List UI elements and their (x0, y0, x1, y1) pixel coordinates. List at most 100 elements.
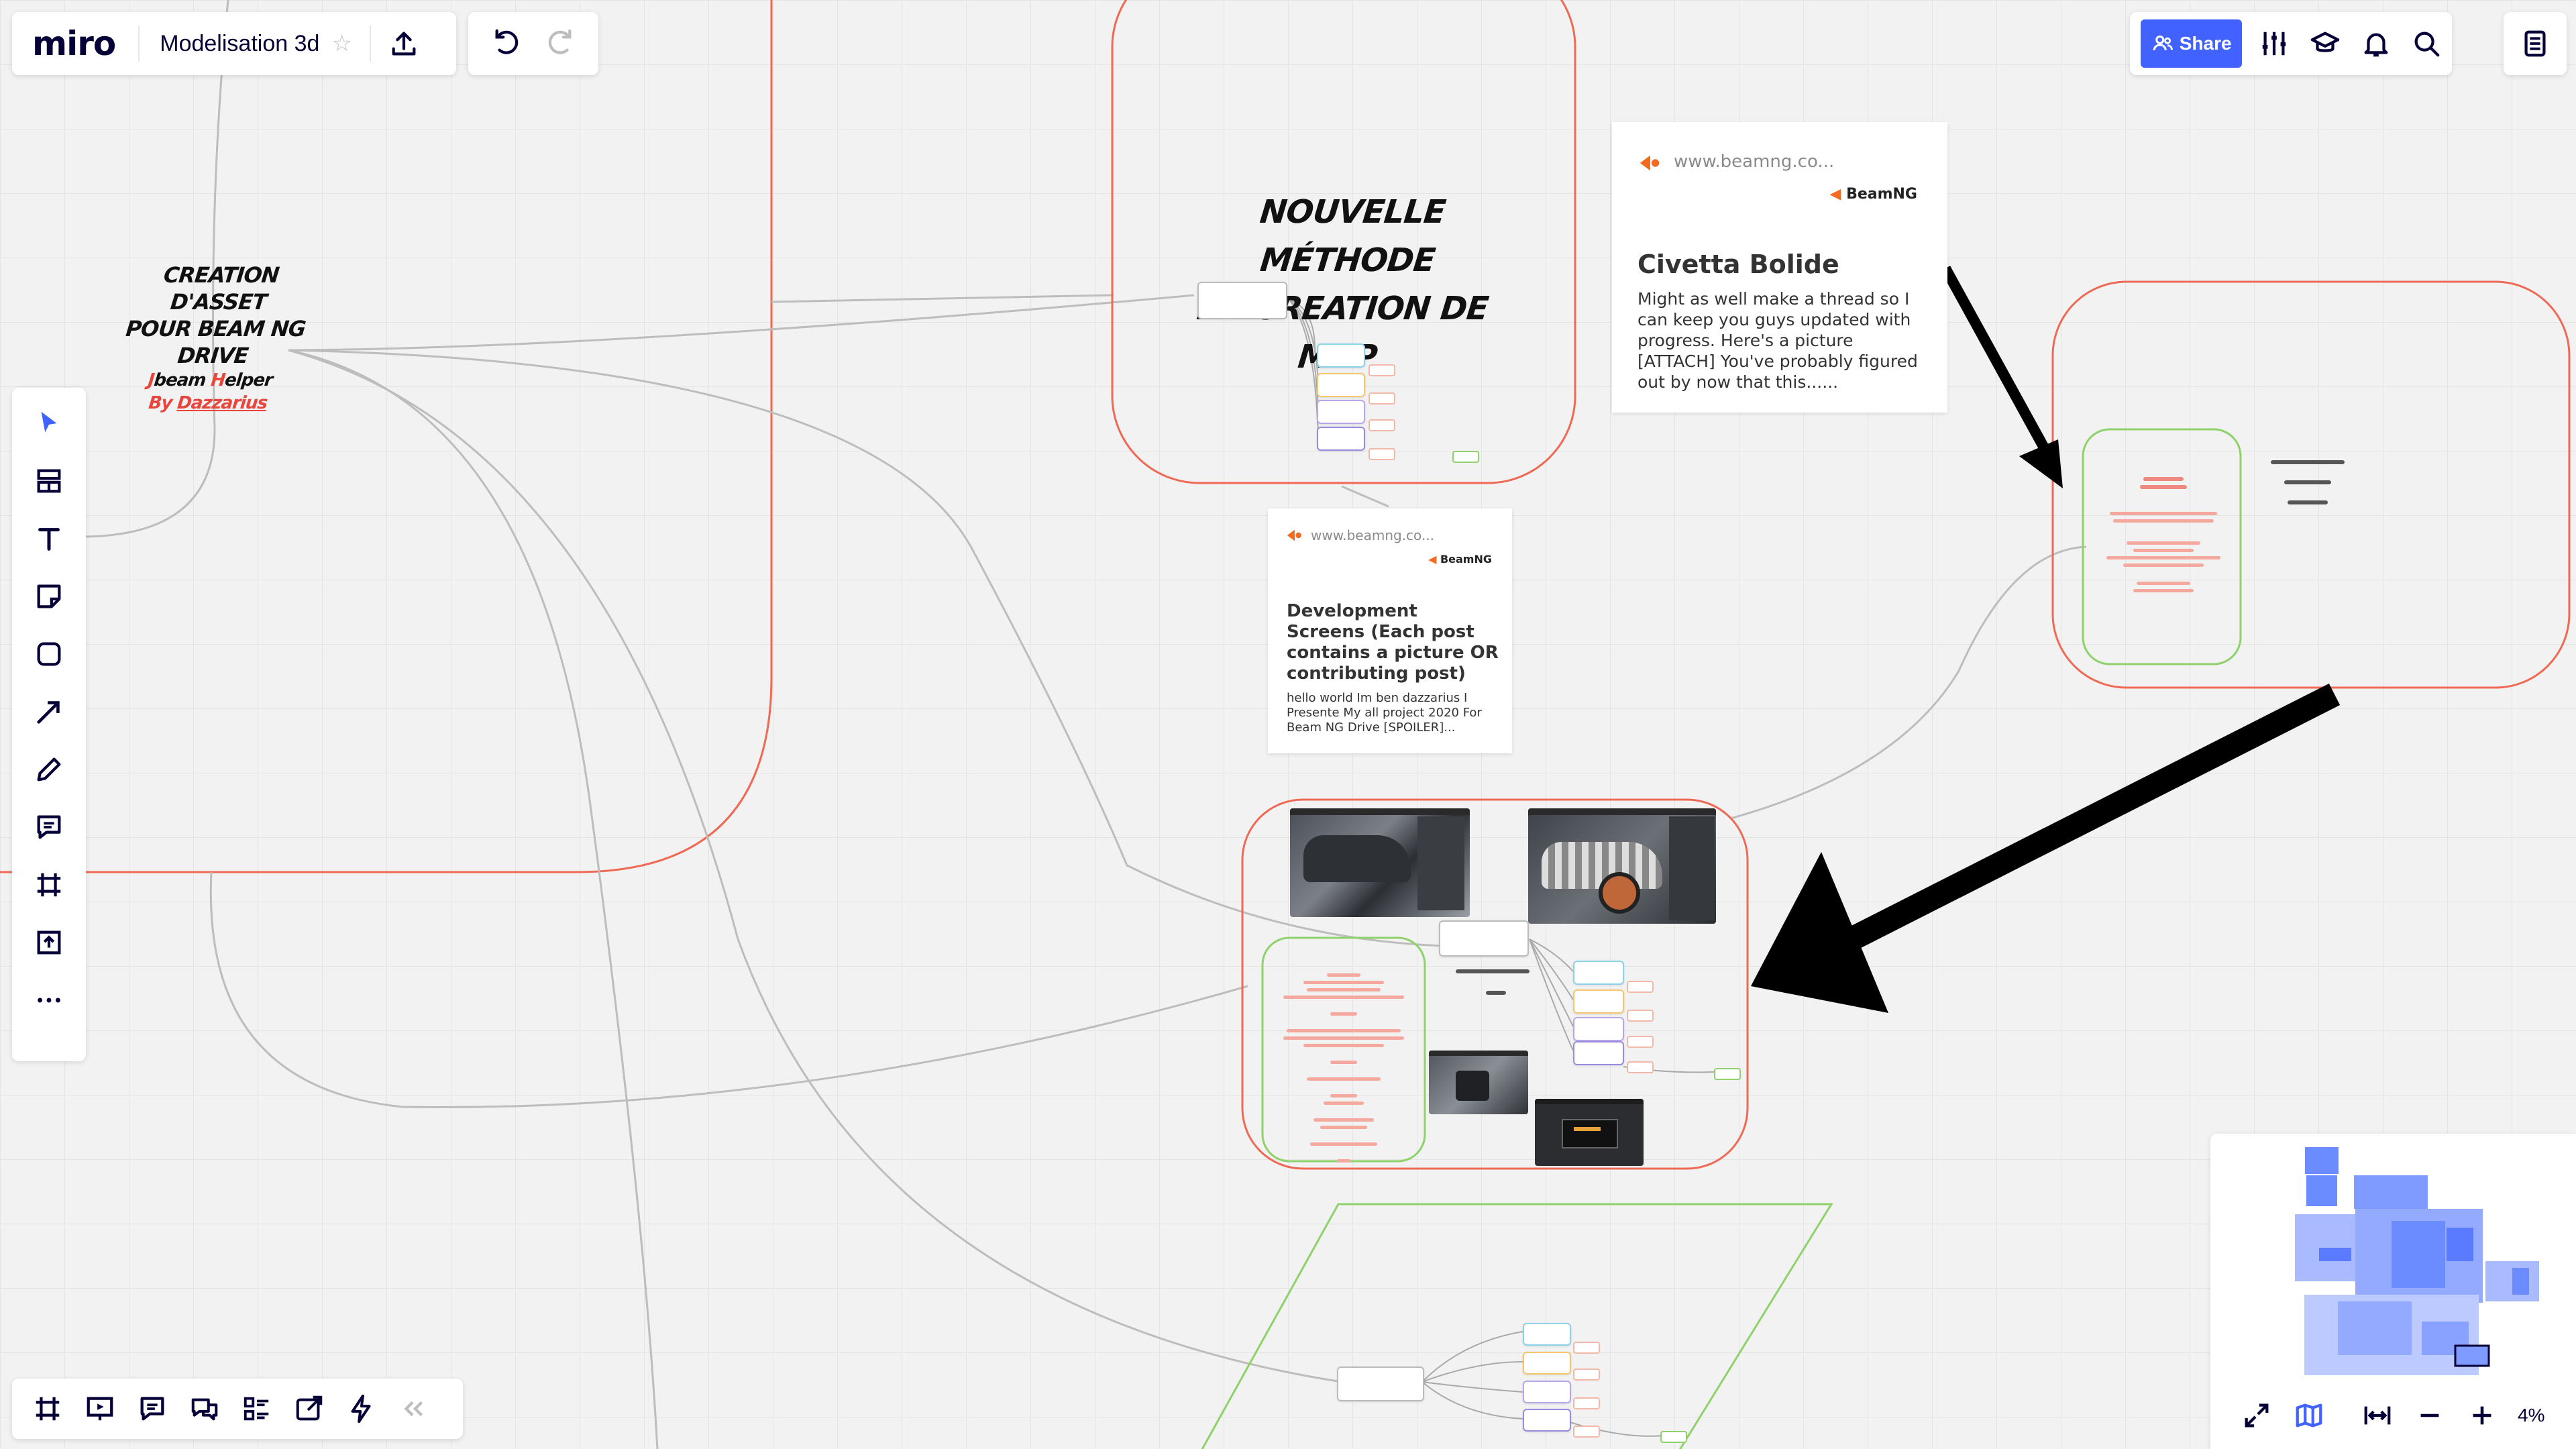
asset-subtitle-beam: beam (152, 370, 213, 390)
mind-map-node[interactable] (1523, 1352, 1571, 1375)
text-tool-button[interactable] (23, 513, 75, 565)
link-card-development[interactable]: www.beamng.co... ◀ BeamNG Development Sc… (1268, 508, 1512, 753)
board-title[interactable]: Modelisation 3d (160, 31, 319, 57)
board-header: miro Modelisation 3d ☆ (12, 12, 456, 75)
mind-map-node[interactable] (1573, 1017, 1624, 1041)
mind-map-node[interactable] (1523, 1409, 1571, 1432)
cursor-icon (41, 411, 57, 433)
card-brand-label: BeamNG (1846, 186, 1917, 203)
templates-tool-button[interactable] (23, 455, 75, 507)
more-tools-button[interactable] (23, 974, 75, 1026)
collapse-toolbar-button[interactable] (388, 1383, 440, 1435)
select-tool-button[interactable] (23, 397, 75, 449)
screen-share-button[interactable] (283, 1383, 335, 1435)
mind-map-tag (1573, 1368, 1600, 1381)
asset-title[interactable]: CREATION D'ASSET POUR BEAM NG DRIVE Jbea… (99, 262, 330, 415)
card-brand-label: BeamNG (1440, 553, 1492, 566)
mind-map-node[interactable] (1317, 373, 1365, 397)
comment-icon (37, 815, 61, 839)
share-label: Share (2179, 33, 2232, 54)
redo-button[interactable] (533, 17, 586, 70)
right-frame-red-notes (2093, 473, 2234, 607)
learning-button[interactable] (2300, 17, 2351, 70)
collaboration-toolbar: Share (2130, 12, 2452, 75)
map-title-line1: NOUVELLE MÉTHODE (1258, 193, 1448, 279)
search-icon (2414, 32, 2440, 57)
miro-logo[interactable]: miro (32, 24, 116, 63)
board-canvas[interactable]: CREATION D'ASSET POUR BEAM NG DRIVE Jbea… (0, 0, 2576, 1449)
undo-button[interactable] (481, 17, 533, 70)
shape-tool-button[interactable] (23, 628, 75, 680)
sliders-icon (2262, 32, 2286, 56)
minimap-preview (2295, 1147, 2539, 1375)
minimap-toggle-button[interactable] (2283, 1389, 2335, 1442)
beamng-favicon-icon (1638, 150, 1663, 176)
zoom-level[interactable]: 4% (2518, 1405, 2544, 1426)
mind-map-root-node[interactable] (1337, 1366, 1424, 1401)
pen-tool-button[interactable] (23, 743, 75, 796)
presentation-button[interactable] (74, 1383, 126, 1435)
mind-map-root-node[interactable] (1439, 920, 1529, 957)
activity-button[interactable] (335, 1383, 388, 1435)
chevrons-left-icon (404, 1401, 423, 1417)
zoom-in-button[interactable] (2456, 1389, 2508, 1442)
card-title: Development Screens (Each post contains … (1287, 601, 1499, 684)
card-description: hello world Im ben dazzarius I Presente … (1287, 691, 1482, 735)
text-icon (38, 528, 60, 551)
asset-title-line2: POUR BEAM NG DRIVE (124, 316, 307, 368)
render-screenshot-3[interactable] (1429, 1051, 1528, 1114)
mind-map-node[interactable] (1573, 989, 1624, 1014)
mind-map-tag (1368, 364, 1395, 376)
board-notes-button[interactable] (2509, 17, 2561, 70)
search-button[interactable] (2401, 17, 2452, 70)
render-screenshot-car-2[interactable] (1528, 808, 1716, 924)
upload-tool-button[interactable] (23, 916, 75, 969)
mind-map-node[interactable] (1523, 1381, 1571, 1403)
mind-map-tag (1368, 419, 1395, 431)
comments-panel-button[interactable] (126, 1383, 178, 1435)
fit-to-screen-button[interactable] (2351, 1389, 2404, 1442)
asset-subtitle-helper: elper (223, 370, 274, 390)
mind-map-tag (1627, 1010, 1654, 1022)
comment-icon (140, 1397, 164, 1421)
mind-map-root-node[interactable] (1197, 282, 1287, 319)
asset-by-label: By (147, 393, 178, 413)
sticky-note-tool-button[interactable] (23, 570, 75, 623)
export-button[interactable] (378, 17, 430, 70)
mind-map-node[interactable] (1317, 427, 1365, 451)
users-icon (2153, 35, 2173, 51)
render-screenshot-4[interactable] (1535, 1099, 1644, 1166)
share-button[interactable]: Share (2141, 19, 2243, 68)
more-icon (38, 998, 60, 1003)
frame-icon (36, 1397, 60, 1421)
fullscreen-button[interactable] (2231, 1389, 2283, 1442)
comment-tool-button[interactable] (23, 801, 75, 853)
arrow-icon (37, 701, 60, 724)
presentation-icon (87, 1397, 113, 1421)
render-screenshot-car-1[interactable] (1290, 808, 1470, 917)
mind-map-tag (1573, 1426, 1600, 1438)
notifications-button[interactable] (2351, 17, 2402, 70)
zoom-out-button[interactable] (2404, 1389, 2456, 1442)
mind-map-node[interactable] (1573, 1041, 1624, 1065)
frames-panel-button[interactable] (21, 1383, 74, 1435)
bell-icon (2364, 33, 2387, 57)
mind-map-node[interactable] (1317, 343, 1365, 368)
history-controls (468, 12, 598, 75)
connector-tool-button[interactable] (23, 686, 75, 738)
mind-map-tag (1714, 1068, 1741, 1080)
link-card-civetta[interactable]: www.beamng.co... ◀ BeamNG Civetta Bolide… (1612, 122, 1947, 413)
chat-button[interactable] (178, 1383, 231, 1435)
cards-button[interactable] (231, 1383, 283, 1435)
frame-tool-button[interactable] (23, 859, 75, 911)
star-icon[interactable]: ☆ (331, 30, 352, 57)
mind-map-node[interactable] (1317, 400, 1365, 424)
mind-map-node[interactable] (1573, 961, 1624, 985)
mind-map-node[interactable] (1523, 1323, 1571, 1346)
minimap[interactable] (2231, 1147, 2553, 1375)
settings-button[interactable] (2249, 17, 2300, 70)
beamng-favicon-icon (1285, 526, 1304, 545)
beamng-logo-icon: ◀ (1829, 186, 1841, 203)
divider (369, 25, 371, 62)
upload-icon (37, 930, 61, 955)
